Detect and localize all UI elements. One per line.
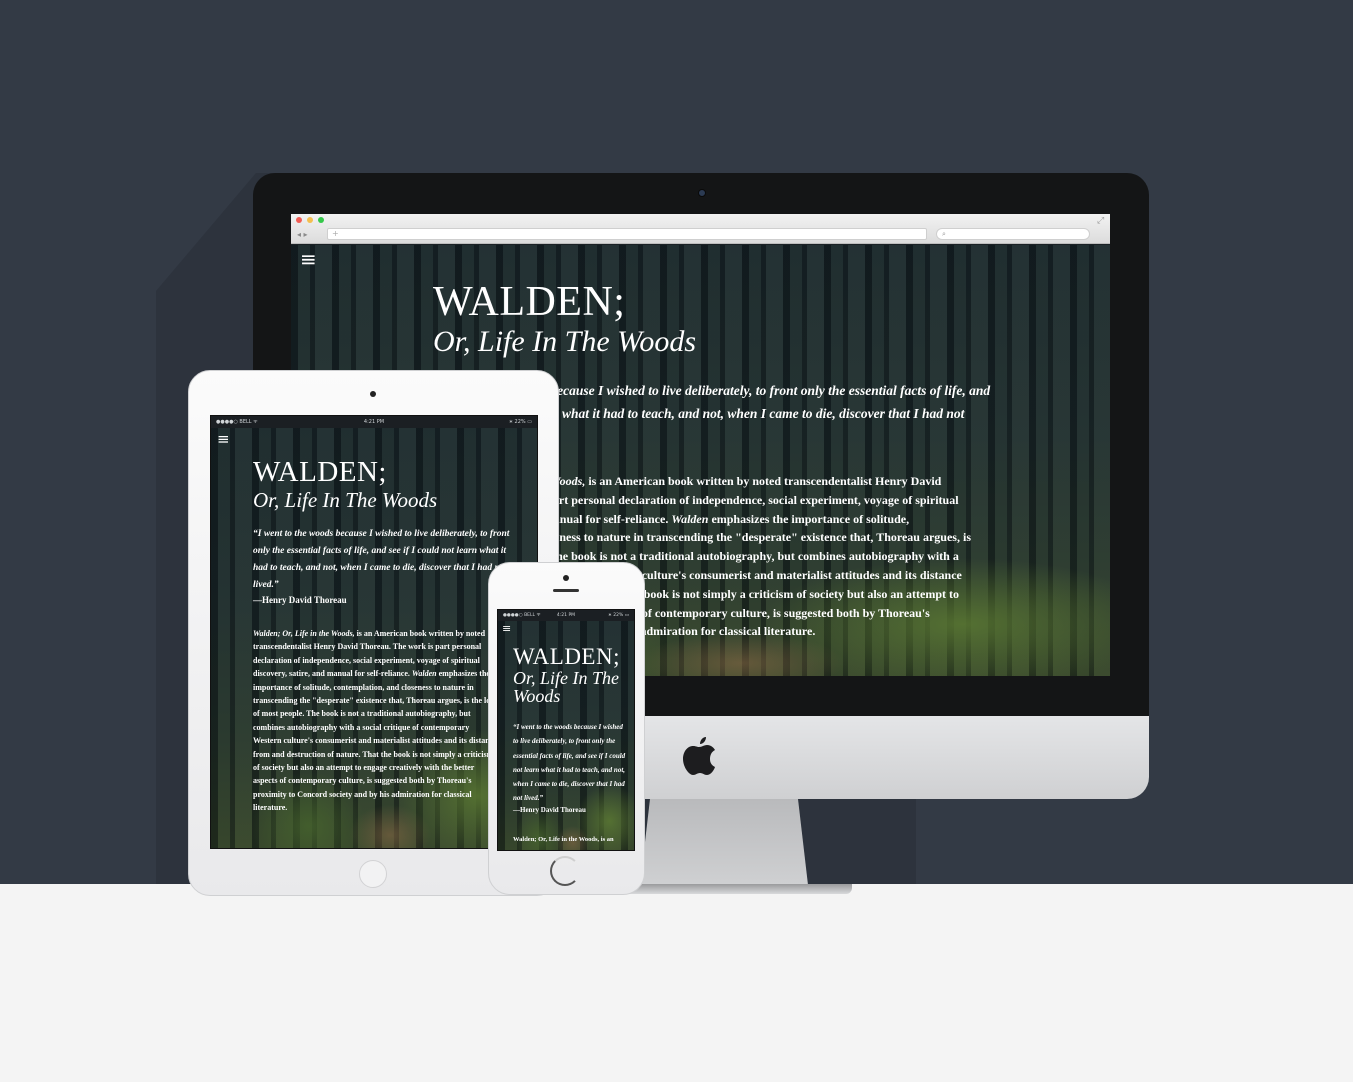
back-forward-icon[interactable]: ◂ ▸ <box>297 229 321 241</box>
iphone-status-bar: ●●●●○ BELL ᯤ 4:21 PM ∗ 22% ▭ <box>498 610 634 621</box>
iphone-speaker <box>553 589 579 592</box>
imac-camera <box>698 189 706 197</box>
ipad-status-bar: ●●●●○ BELL ᯤ 4:21 PM ∗ 22% ▭ <box>211 416 537 428</box>
body-lead: Walden; Or, Life in the Woods, <box>253 629 355 638</box>
page-title: WALDEN; Or, Life In The Woods <box>433 279 696 359</box>
title-subtitle: Or, Life In The Woods <box>513 668 620 706</box>
ipad-home-button[interactable] <box>359 860 387 888</box>
body-paragraph-truncated: Walden; Or, Life in the Woods, is an <box>513 836 614 843</box>
body-text-2: emphasizes the importance of solitude, c… <box>253 669 497 813</box>
browser-toolbar: ◂ ▸ + ⌕ ⤢ <box>291 214 1110 244</box>
address-bar[interactable]: + <box>327 228 927 240</box>
page-title: WALDEN; Or, Life In The Woods <box>513 644 631 705</box>
quote-attribution: —Henry David Thoreau <box>513 806 586 814</box>
menu-icon[interactable]: ≡ <box>502 622 511 635</box>
body-paragraph: Walden; Or, Life in the Woods, is an Ame… <box>253 627 498 815</box>
title-subtitle: Or, Life In The Woods <box>433 325 697 358</box>
new-tab-icon[interactable]: + <box>332 229 339 238</box>
status-time: 4:21 PM <box>363 419 385 425</box>
iphone-home-button[interactable] <box>550 856 580 886</box>
thoreau-quote: “I went to the woods because I wished to… <box>513 723 626 803</box>
title-main: WALDEN; <box>433 279 626 325</box>
iphone-screen: ●●●●○ BELL ᯤ 4:21 PM ∗ 22% ▭ ≡ WALDEN; O… <box>497 609 635 851</box>
body-emphasis: Walden <box>411 669 437 679</box>
battery-indicator: ∗ 22% ▭ <box>508 419 532 425</box>
title-main: WALDEN; <box>513 644 620 669</box>
close-window-button[interactable] <box>296 217 302 223</box>
battery-indicator: ∗ 22% ▭ <box>608 613 629 618</box>
quote-attribution: —Henry David Thoreau <box>253 595 347 605</box>
search-icon: ⌕ <box>942 230 946 238</box>
browser-search-input[interactable]: ⌕ <box>936 228 1090 240</box>
minimize-window-button[interactable] <box>307 217 313 223</box>
iphone-camera <box>563 575 569 581</box>
body-emphasis: Walden <box>671 511 709 526</box>
page-title: WALDEN; Or, Life In The Woods <box>253 456 437 512</box>
menu-icon[interactable]: ≡ <box>300 247 317 271</box>
thoreau-quote: “I went to the woods because I wished to… <box>253 529 510 590</box>
zoom-window-button[interactable] <box>318 217 324 223</box>
imac-stand <box>640 799 808 885</box>
title-main: WALDEN; <box>253 456 387 488</box>
title-subtitle: Or, Life In The Woods <box>253 488 438 512</box>
menu-icon[interactable]: ≡ <box>217 430 230 448</box>
apple-logo-icon <box>683 737 715 775</box>
floor-surface <box>0 884 1353 1082</box>
ipad-camera <box>370 391 376 397</box>
fullscreen-icon[interactable]: ⤢ <box>1097 216 1104 226</box>
